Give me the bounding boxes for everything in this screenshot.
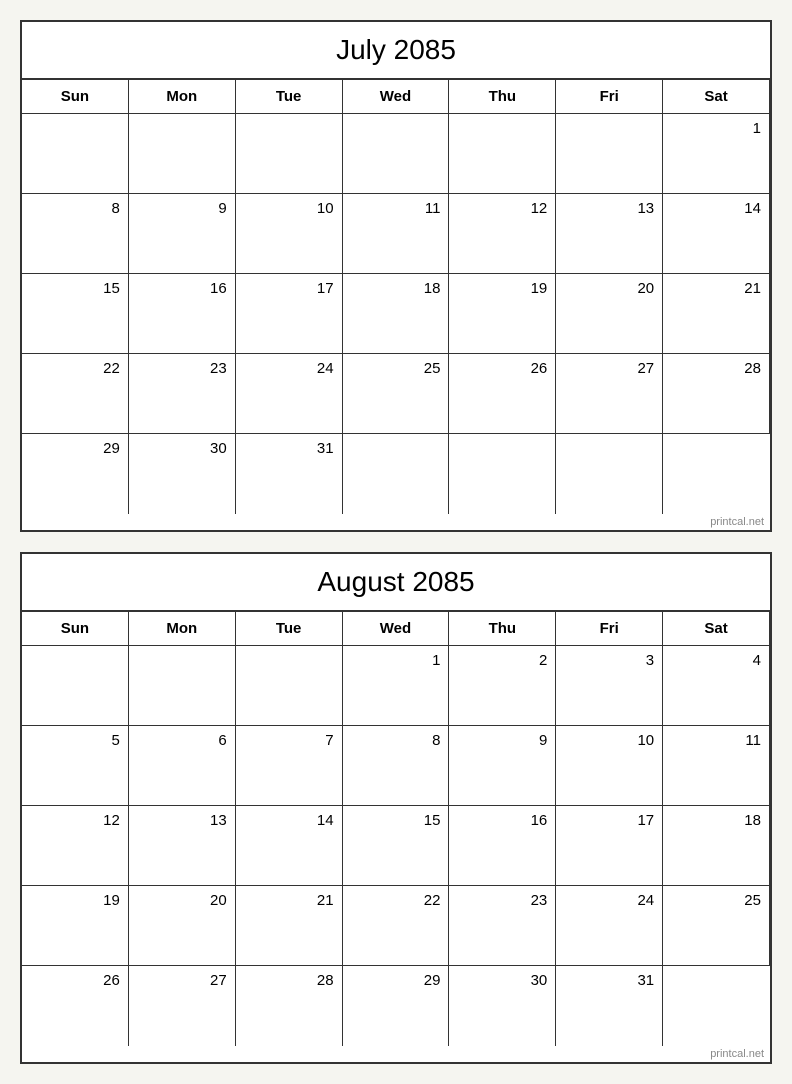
day-cell: 1: [343, 646, 450, 726]
day-cell: [449, 114, 556, 194]
day-cell: 22: [22, 354, 129, 434]
august-title: August 2085: [22, 554, 770, 612]
day-cell: [129, 114, 236, 194]
header-thu: Thu: [449, 612, 556, 646]
day-cell: 29: [22, 434, 129, 514]
day-cell: 10: [556, 726, 663, 806]
header-wed: Wed: [343, 80, 450, 114]
day-cell: 7: [236, 726, 343, 806]
day-cell: 20: [556, 274, 663, 354]
day-cell: 2: [449, 646, 556, 726]
header-sat: Sat: [663, 612, 770, 646]
day-cell: 31: [236, 434, 343, 514]
day-cell: [236, 646, 343, 726]
day-cell: 18: [663, 806, 770, 886]
day-cell: 14: [236, 806, 343, 886]
day-cell: 16: [129, 274, 236, 354]
day-cell: 8: [343, 726, 450, 806]
day-cell: 1: [663, 114, 770, 194]
day-cell: [556, 114, 663, 194]
day-cell: 25: [663, 886, 770, 966]
day-cell: 19: [22, 886, 129, 966]
header-sun: Sun: [22, 612, 129, 646]
day-cell: 9: [129, 194, 236, 274]
day-cell: [556, 434, 663, 514]
header-wed: Wed: [343, 612, 450, 646]
day-cell: 26: [449, 354, 556, 434]
day-cell: [663, 434, 770, 514]
day-cell: 8: [22, 194, 129, 274]
day-cell: 29: [343, 966, 450, 1046]
day-cell: 6: [129, 726, 236, 806]
day-cell: [22, 646, 129, 726]
day-cell: 30: [449, 966, 556, 1046]
day-cell: 12: [449, 194, 556, 274]
watermark: printcal.net: [22, 1046, 770, 1062]
day-cell: 27: [556, 354, 663, 434]
august-calendar: August 2085 Sun Mon Tue Wed Thu Fri Sat …: [20, 552, 772, 1064]
day-cell: [343, 434, 450, 514]
day-cell: [129, 646, 236, 726]
day-cell: 11: [343, 194, 450, 274]
day-cell: 5: [22, 726, 129, 806]
day-cell: [343, 114, 450, 194]
day-cell: 9: [449, 726, 556, 806]
day-cell: 27: [129, 966, 236, 1046]
day-cell: 30: [129, 434, 236, 514]
day-cell: 20: [129, 886, 236, 966]
day-cell: 13: [556, 194, 663, 274]
day-cell: 12: [22, 806, 129, 886]
day-cell: 31: [556, 966, 663, 1046]
august-grid: Sun Mon Tue Wed Thu Fri Sat 1 2 3 4 5 6 …: [22, 612, 770, 1046]
day-cell: [236, 114, 343, 194]
header-thu: Thu: [449, 80, 556, 114]
day-cell: 17: [236, 274, 343, 354]
day-cell: 15: [343, 806, 450, 886]
day-cell: [22, 114, 129, 194]
day-cell: [449, 434, 556, 514]
day-cell: 18: [343, 274, 450, 354]
july-grid: Sun Mon Tue Wed Thu Fri Sat 1 8 9 10 11 …: [22, 80, 770, 514]
watermark: printcal.net: [22, 514, 770, 530]
day-cell: 13: [129, 806, 236, 886]
day-cell: 23: [129, 354, 236, 434]
header-fri: Fri: [556, 612, 663, 646]
day-cell: 3: [556, 646, 663, 726]
day-cell: 15: [22, 274, 129, 354]
day-cell: 23: [449, 886, 556, 966]
header-tue: Tue: [236, 612, 343, 646]
day-cell: 25: [343, 354, 450, 434]
day-cell: 28: [236, 966, 343, 1046]
day-cell: 21: [663, 274, 770, 354]
day-cell: 16: [449, 806, 556, 886]
july-title: July 2085: [22, 22, 770, 80]
day-cell: 14: [663, 194, 770, 274]
day-cell: 19: [449, 274, 556, 354]
day-cell: 17: [556, 806, 663, 886]
day-cell: 24: [236, 354, 343, 434]
day-cell: 11: [663, 726, 770, 806]
day-cell: 10: [236, 194, 343, 274]
header-mon: Mon: [129, 612, 236, 646]
day-cell: 26: [22, 966, 129, 1046]
header-mon: Mon: [129, 80, 236, 114]
day-cell: [663, 966, 770, 1046]
day-cell: 4: [663, 646, 770, 726]
day-cell: 24: [556, 886, 663, 966]
header-sat: Sat: [663, 80, 770, 114]
header-sun: Sun: [22, 80, 129, 114]
july-calendar: July 2085 Sun Mon Tue Wed Thu Fri Sat 1 …: [20, 20, 772, 532]
header-tue: Tue: [236, 80, 343, 114]
day-cell: 22: [343, 886, 450, 966]
day-cell: 28: [663, 354, 770, 434]
header-fri: Fri: [556, 80, 663, 114]
day-cell: 21: [236, 886, 343, 966]
